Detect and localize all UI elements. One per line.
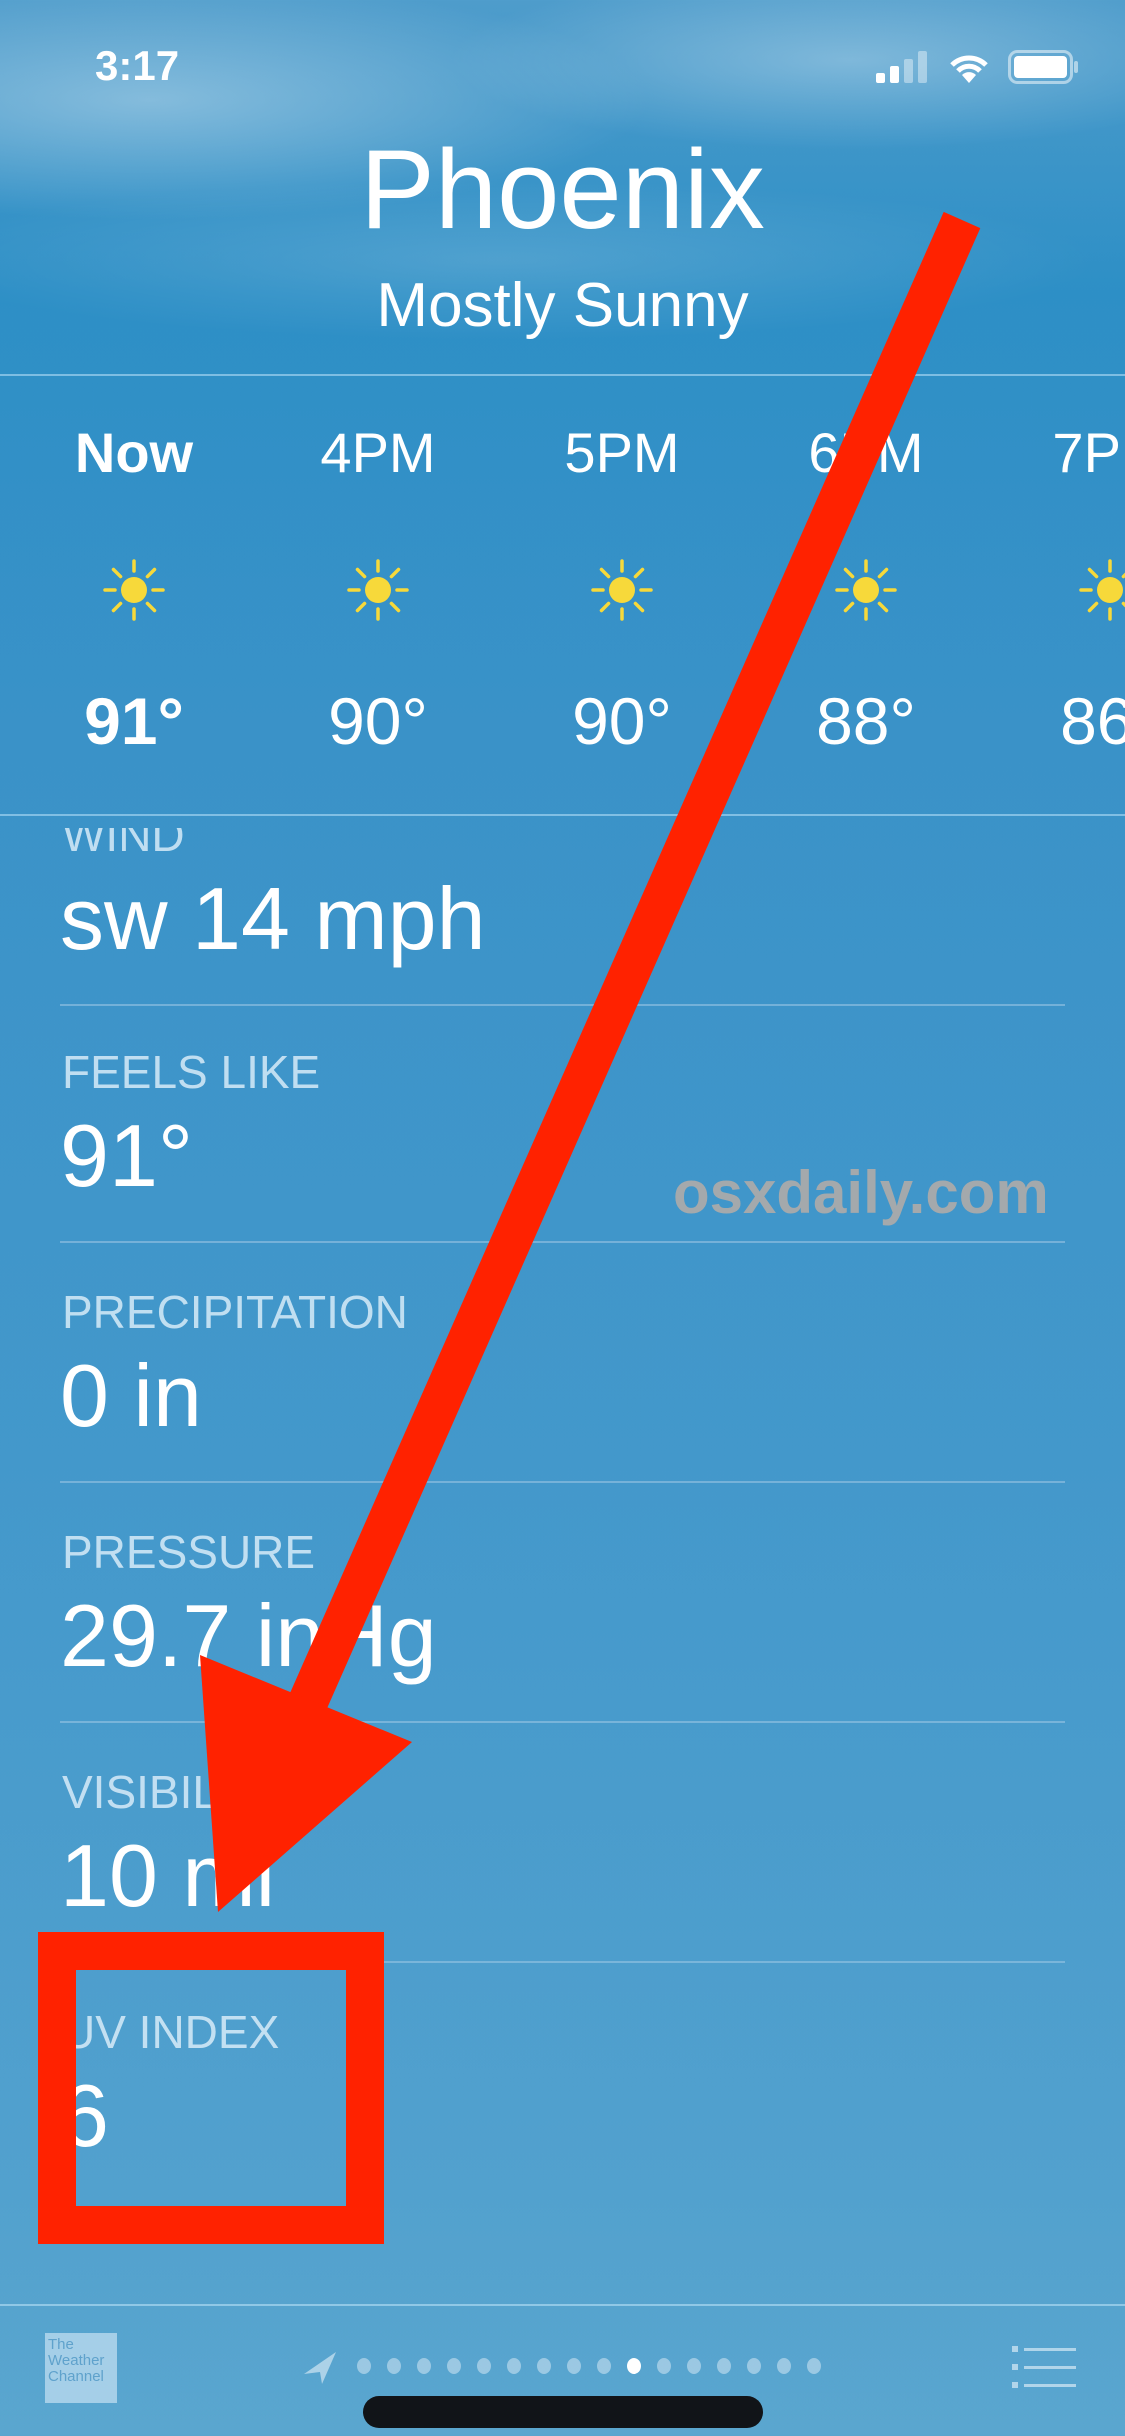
page-dot[interactable] (717, 2358, 731, 2374)
divider (0, 814, 1125, 816)
location-arrow-icon[interactable] (302, 2352, 338, 2384)
status-time: 3:17 (95, 42, 180, 89)
sun-icon (103, 559, 165, 621)
status-icons (876, 50, 1080, 84)
signal-icon (876, 51, 927, 83)
page-dot[interactable] (687, 2358, 701, 2374)
page-dot[interactable] (567, 2358, 581, 2374)
page-dot[interactable] (777, 2358, 791, 2374)
detail-value: 10 mi (60, 1826, 276, 1925)
divider (0, 374, 1125, 376)
detail-label: PRESSURE (62, 1526, 316, 1578)
page-indicator[interactable] (357, 2358, 821, 2374)
battery-icon (1008, 50, 1078, 84)
hour-label: 7PM (1052, 421, 1125, 484)
page-dot[interactable] (627, 2358, 641, 2374)
city-name: Phoenix (360, 127, 765, 252)
detail-value: 6 (60, 2066, 109, 2165)
sun-icon (591, 559, 653, 621)
page-dot[interactable] (657, 2358, 671, 2374)
detail-value: 29.7 inHg (60, 1586, 437, 1685)
hour-label: Now (74, 421, 194, 484)
wifi-icon (950, 55, 988, 83)
hour-label: 6PM (808, 421, 924, 484)
hour-label: 5PM (564, 421, 680, 484)
detail-label: WIND (62, 809, 185, 861)
weather-channel-logo[interactable]: The Weather Channel (45, 2333, 117, 2403)
hour-temp: 91° (84, 684, 184, 758)
page-dot[interactable] (807, 2358, 821, 2374)
list-icon[interactable] (1012, 2346, 1078, 2392)
detail-value: 0 in (60, 1346, 202, 1445)
condition: Mostly Sunny (376, 271, 749, 340)
page-dot[interactable] (477, 2358, 491, 2374)
detail-value: sw 14 mph (60, 869, 486, 968)
page-dot[interactable] (597, 2358, 611, 2374)
page-dot[interactable] (447, 2358, 461, 2374)
page-dot[interactable] (537, 2358, 551, 2374)
sun-icon (835, 559, 897, 621)
row-divider (60, 1961, 1065, 1963)
page-dot[interactable] (417, 2358, 431, 2374)
page-dot[interactable] (507, 2358, 521, 2374)
sun-icon (347, 559, 409, 621)
detail-label: VISIBILITY (62, 1766, 290, 1818)
page-dot[interactable] (747, 2358, 761, 2374)
hour-temp: 86° (1060, 684, 1125, 758)
row-divider (60, 1004, 1065, 1006)
page-dot[interactable] (387, 2358, 401, 2374)
hour-label: 4PM (320, 421, 436, 484)
sun-icon (1079, 559, 1125, 621)
detail-label: UV INDEX (62, 2006, 280, 2058)
detail-value: 91° (60, 1106, 194, 1205)
home-indicator[interactable] (363, 2396, 763, 2428)
detail-label: FEELS LIKE (62, 1046, 321, 1098)
hour-temp: 90° (572, 684, 672, 758)
detail-label: PRECIPITATION (62, 1286, 408, 1338)
hour-temp: 88° (816, 684, 916, 758)
row-divider (60, 1721, 1065, 1723)
divider (0, 2304, 1125, 2306)
hour-temp: 90° (328, 684, 428, 758)
page-dot[interactable] (357, 2358, 371, 2374)
row-divider (60, 1241, 1065, 1243)
watermark: osxdaily.com (673, 1159, 1049, 1226)
row-divider (60, 1481, 1065, 1483)
